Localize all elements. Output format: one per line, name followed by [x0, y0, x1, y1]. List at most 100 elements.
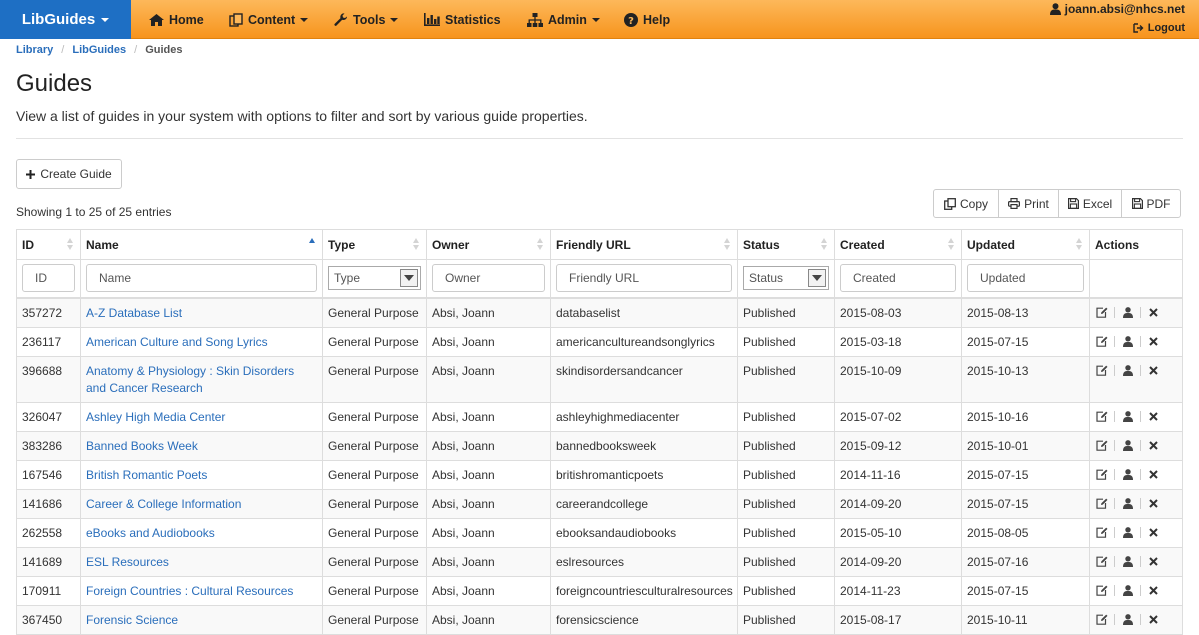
user-icon[interactable]	[1121, 555, 1134, 568]
edit-icon[interactable]	[1095, 306, 1108, 319]
print-label: Print	[1024, 196, 1049, 211]
user-menu[interactable]: joann.absi@nhcs.net	[1049, 1, 1185, 17]
sort-icon	[948, 238, 955, 251]
delete-icon[interactable]	[1147, 439, 1160, 452]
cell-owner: Absi, Joann	[426, 488, 551, 519]
user-icon[interactable]	[1121, 613, 1134, 626]
logout-link[interactable]: Logout	[1050, 20, 1185, 36]
user-icon[interactable]	[1121, 526, 1134, 539]
nav-admin-label: Admin	[548, 12, 587, 27]
edit-icon[interactable]	[1095, 613, 1108, 626]
guide-link[interactable]: Ashley High Media Center	[86, 410, 225, 424]
delete-icon[interactable]	[1147, 555, 1160, 568]
cell-id: 170911	[16, 575, 81, 606]
pdf-button[interactable]: PDF	[1121, 189, 1181, 218]
user-icon[interactable]	[1121, 497, 1134, 510]
updated-filter-input[interactable]	[967, 264, 1084, 293]
edit-icon[interactable]	[1095, 555, 1108, 568]
cell-created: 2014-11-16	[834, 459, 962, 490]
column-header-id[interactable]: ID	[16, 229, 81, 260]
nav-help[interactable]: ? Help	[624, 0, 670, 39]
url-filter-input[interactable]	[556, 264, 732, 293]
guide-link[interactable]: eBooks and Audiobooks	[86, 526, 215, 540]
guide-link[interactable]: Foreign Countries : Cultural Resources	[86, 584, 293, 598]
column-header-url[interactable]: Friendly URL	[550, 229, 738, 260]
cell-owner: Absi, Joann	[426, 604, 551, 635]
delete-icon[interactable]	[1147, 613, 1160, 626]
delete-icon[interactable]	[1147, 497, 1160, 510]
print-button[interactable]: Print	[998, 189, 1059, 218]
entries-info: Showing 1 to 25 of 25 entries	[16, 205, 172, 219]
nav-admin[interactable]: Admin	[527, 0, 600, 39]
chevron-down-icon	[101, 17, 110, 22]
name-filter-input[interactable]	[86, 264, 317, 293]
brand-menu[interactable]: LibGuides	[0, 0, 131, 39]
delete-icon[interactable]	[1147, 364, 1160, 377]
delete-icon[interactable]	[1147, 468, 1160, 481]
nav-content[interactable]: Content	[229, 0, 309, 39]
cell-type: General Purpose	[322, 326, 427, 357]
cell-updated: 2015-07-15	[961, 488, 1090, 519]
user-icon[interactable]	[1121, 410, 1134, 423]
column-header-label: Status	[743, 237, 780, 252]
delete-icon[interactable]	[1147, 584, 1160, 597]
user-icon[interactable]	[1121, 468, 1134, 481]
breadcrumb-separator: /	[134, 44, 138, 56]
cell-owner: Absi, Joann	[426, 401, 551, 432]
guide-link[interactable]: Banned Books Week	[86, 439, 198, 453]
column-header-type[interactable]: Type	[322, 229, 427, 260]
delete-icon[interactable]	[1147, 526, 1160, 539]
created-filter-input[interactable]	[840, 264, 956, 293]
edit-icon[interactable]	[1095, 439, 1108, 452]
column-header-owner[interactable]: Owner	[426, 229, 551, 260]
user-icon[interactable]	[1121, 584, 1134, 597]
plus-icon	[26, 169, 36, 179]
type-filter-select[interactable]: Type	[328, 266, 421, 291]
edit-icon[interactable]	[1095, 584, 1108, 597]
breadcrumb-library[interactable]: Library	[16, 44, 53, 56]
save-icon	[1067, 198, 1079, 209]
id-filter-input[interactable]	[22, 264, 75, 293]
user-icon[interactable]	[1121, 335, 1134, 348]
guide-link[interactable]: American Culture and Song Lyrics	[86, 335, 268, 349]
cell-id: 167546	[16, 459, 81, 490]
guide-link[interactable]: A-Z Database List	[86, 306, 182, 320]
logout-icon	[1133, 23, 1144, 33]
top-navbar: LibGuides Home Content Tools Statistics …	[0, 0, 1199, 39]
table-header: ID Name Type Owner Friendly URL Status C…	[16, 229, 1183, 260]
edit-icon[interactable]	[1095, 364, 1108, 377]
excel-button[interactable]: Excel	[1058, 189, 1122, 218]
owner-filter-input[interactable]	[432, 264, 545, 293]
breadcrumb-libguides[interactable]: LibGuides	[72, 44, 126, 56]
edit-icon[interactable]	[1095, 526, 1108, 539]
column-header-status[interactable]: Status	[737, 229, 835, 260]
cell-owner: Absi, Joann	[426, 326, 551, 357]
edit-icon[interactable]	[1095, 497, 1108, 510]
nav-tools[interactable]: Tools	[334, 0, 399, 39]
sort-icon	[724, 238, 731, 251]
nav-home[interactable]: Home	[149, 0, 204, 39]
status-filter-select[interactable]: Status	[743, 266, 829, 291]
status-filter-value: Status	[749, 271, 784, 286]
copy-button[interactable]: Copy	[933, 189, 999, 218]
guide-link[interactable]: British Romantic Poets	[86, 468, 207, 482]
guide-link[interactable]: Forensic Science	[86, 613, 178, 627]
user-icon[interactable]	[1121, 306, 1134, 319]
edit-icon[interactable]	[1095, 335, 1108, 348]
guide-link[interactable]: ESL Resources	[86, 555, 169, 569]
page-description: View a list of guides in your system wit…	[16, 108, 588, 124]
delete-icon[interactable]	[1147, 410, 1160, 423]
delete-icon[interactable]	[1147, 335, 1160, 348]
user-icon[interactable]	[1121, 364, 1134, 377]
column-header-updated[interactable]: Updated	[961, 229, 1090, 260]
edit-icon[interactable]	[1095, 410, 1108, 423]
column-header-name[interactable]: Name	[80, 229, 323, 260]
column-header-created[interactable]: Created	[834, 229, 962, 260]
edit-icon[interactable]	[1095, 468, 1108, 481]
delete-icon[interactable]	[1147, 306, 1160, 319]
guide-link[interactable]: Anatomy & Physiology : Skin Disorders an…	[86, 364, 294, 395]
nav-statistics[interactable]: Statistics	[424, 0, 501, 39]
guide-link[interactable]: Career & College Information	[86, 497, 241, 511]
user-icon[interactable]	[1121, 439, 1134, 452]
create-guide-button[interactable]: Create Guide	[16, 159, 122, 189]
